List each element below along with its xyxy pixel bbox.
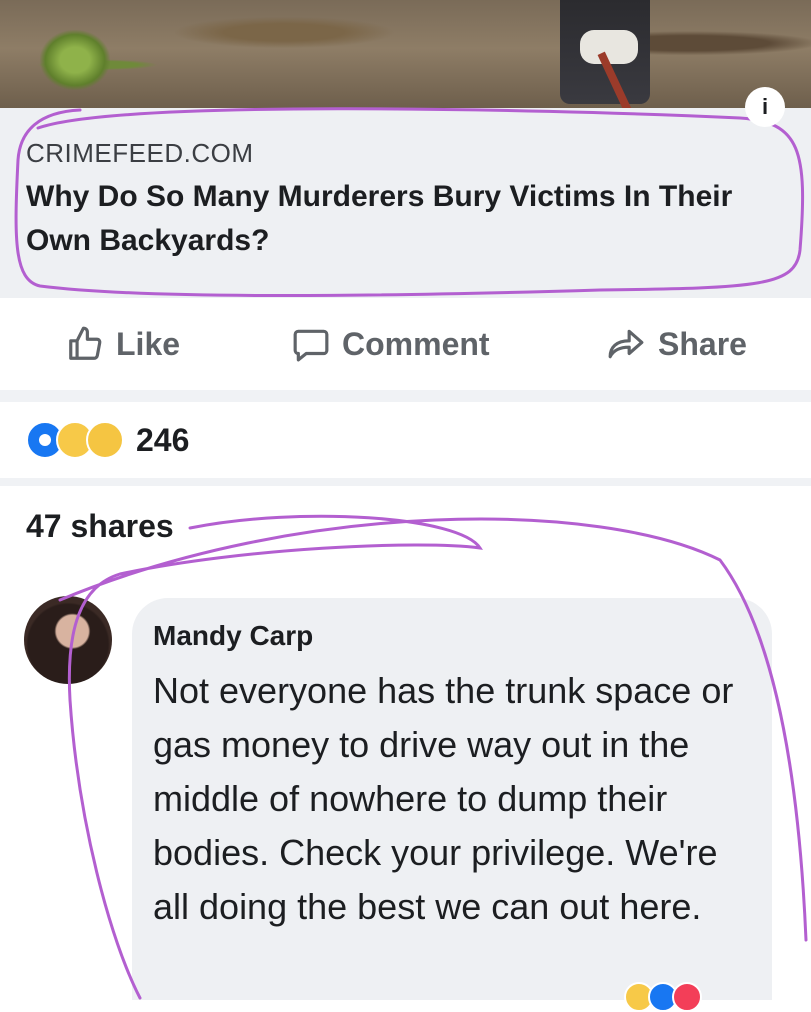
- like-button[interactable]: Like: [66, 322, 180, 366]
- comment-button[interactable]: Comment: [292, 322, 490, 366]
- share-label: Share: [658, 325, 747, 362]
- share-button[interactable]: Share: [606, 322, 747, 366]
- like-label: Like: [116, 325, 181, 362]
- divider: [0, 390, 811, 402]
- speech-bubble-icon: [293, 329, 329, 362]
- avatar[interactable]: [24, 596, 112, 684]
- link-title[interactable]: Why Do So Many Murderers Bury Victims In…: [26, 175, 786, 263]
- comment-reactions[interactable]: [624, 982, 702, 1012]
- comment-author[interactable]: Mandy Carp: [153, 620, 313, 652]
- link-domain: CRIMEFEED.COM: [26, 138, 254, 168]
- shares-count[interactable]: 47 shares: [26, 508, 174, 545]
- reactions-summary[interactable]: 246: [26, 420, 189, 460]
- plant-graphic: [40, 30, 110, 90]
- info-icon[interactable]: i: [745, 87, 785, 127]
- divider: [0, 478, 811, 486]
- glove-graphic: [580, 30, 638, 64]
- love-reaction-icon: [672, 982, 702, 1012]
- thumbs-up-icon: [69, 326, 102, 360]
- comment-label: Comment: [342, 325, 490, 362]
- comment-text: Not everyone has the trunk space or gas …: [153, 670, 734, 927]
- share-arrow-icon: [608, 329, 644, 359]
- haha-reaction-icon: [86, 421, 124, 459]
- reaction-count: 246: [136, 421, 190, 458]
- link-preview-image[interactable]: [0, 0, 811, 108]
